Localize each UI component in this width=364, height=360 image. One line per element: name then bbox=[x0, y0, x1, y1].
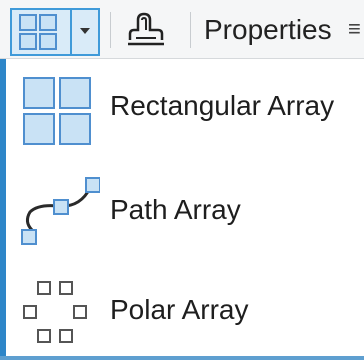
properties-button[interactable]: Properties bbox=[204, 14, 332, 46]
associative-array-icon bbox=[128, 12, 164, 46]
toolbar-separator bbox=[190, 12, 191, 48]
window-bottom-edge bbox=[0, 356, 364, 360]
toolbar-separator bbox=[110, 12, 111, 48]
array-button[interactable] bbox=[14, 12, 68, 52]
menu-item-path-array[interactable]: Path Array bbox=[10, 168, 364, 254]
rectangular-array-icon bbox=[19, 14, 57, 50]
path-array-icon bbox=[21, 177, 100, 245]
split-divider bbox=[70, 10, 72, 54]
menu-item-label: Path Array bbox=[110, 194, 241, 225]
menu-item-polar-array[interactable]: Polar Array bbox=[10, 266, 364, 352]
polar-array-icon bbox=[23, 281, 87, 343]
chevron-down-icon bbox=[80, 28, 90, 34]
array-split-button[interactable] bbox=[10, 8, 100, 56]
properties-menu-icon[interactable]: ≡ bbox=[348, 16, 361, 42]
associative-button[interactable] bbox=[124, 10, 168, 54]
array-dropdown-button[interactable] bbox=[74, 12, 98, 52]
ribbon-toolbar: Properties ≡ bbox=[0, 0, 364, 59]
menu-item-label: Rectangular Array bbox=[110, 90, 335, 121]
menu-item-label: Polar Array bbox=[110, 294, 249, 325]
rectangular-array-icon bbox=[23, 77, 91, 145]
properties-label: Properties bbox=[204, 14, 332, 45]
menu-item-rectangular-array[interactable]: Rectangular Array bbox=[10, 68, 364, 154]
